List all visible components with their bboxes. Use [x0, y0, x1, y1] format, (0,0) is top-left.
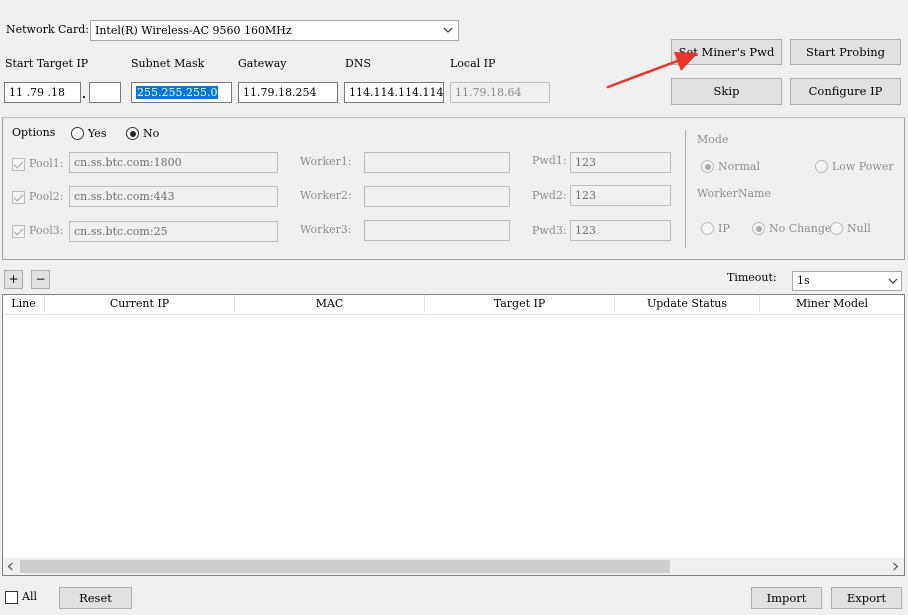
options-no-label: No: [143, 127, 160, 140]
mode-label: Mode: [697, 133, 729, 146]
worker-no-change-radio: [752, 222, 765, 235]
network-card-select[interactable]: Intel(R) Wireless-AC 9560 160MHz: [90, 20, 459, 41]
mode-low-power-label: Low Power: [832, 160, 894, 173]
pool2-checkbox: [12, 191, 25, 204]
network-card-value: Intel(R) Wireless-AC 9560 160MHz: [95, 24, 292, 37]
worker3-label: Worker3:: [300, 223, 352, 236]
chevron-down-icon: [443, 27, 453, 33]
network-card-label: Network Card:: [6, 23, 89, 36]
worker2-label: Worker2:: [300, 189, 352, 202]
worker1-field: [364, 152, 510, 173]
options-label: Options: [12, 126, 56, 139]
pwd2-field: 123: [570, 185, 671, 206]
pool2-label: Pool2:: [29, 190, 64, 203]
column-header-current-ip[interactable]: Current IP: [45, 295, 235, 313]
mode-divider: [685, 130, 686, 248]
options-yes-radio[interactable]: [71, 127, 84, 140]
select-all-label: All: [22, 590, 37, 603]
pwd3-label: Pwd3:: [532, 224, 567, 237]
horizontal-scrollbar[interactable]: [3, 558, 904, 575]
pool1-field: cn.ss.btc.com:1800: [69, 152, 278, 173]
pool1-label: Pool1:: [29, 157, 64, 170]
column-header-target-ip[interactable]: Target IP: [425, 295, 615, 313]
worker-ip-radio: [701, 222, 714, 235]
select-all-checkbox[interactable]: [5, 591, 18, 604]
worker1-label: Worker1:: [300, 155, 352, 168]
pool2-field: cn.ss.btc.com:443: [69, 186, 278, 207]
scroll-right-icon[interactable]: [892, 562, 899, 571]
mode-low-power-radio: [815, 160, 828, 173]
reset-button[interactable]: Reset: [59, 587, 132, 609]
worker-ip-label: IP: [718, 222, 730, 235]
worker-no-change-label: No Change: [769, 222, 832, 235]
timeout-value: 1s: [797, 274, 810, 287]
column-header-mac[interactable]: MAC: [235, 295, 425, 313]
worker-name-label: WorkerName: [697, 187, 771, 200]
annotation-arrow: [606, 52, 698, 89]
timeout-label: Timeout:: [727, 271, 777, 284]
worker3-field: [364, 220, 510, 241]
import-button[interactable]: Import: [751, 587, 822, 609]
mode-normal-label: Normal: [718, 160, 761, 173]
pool3-checkbox: [12, 225, 25, 238]
pool3-field: cn.ss.btc.com:25: [69, 221, 278, 242]
remove-row-button[interactable]: −: [31, 270, 50, 289]
subnet-mask-label: Subnet Mask: [131, 57, 205, 70]
subnet-mask-field[interactable]: 255.255.255.0: [131, 82, 232, 103]
scrollbar-thumb[interactable]: [20, 560, 670, 573]
mode-normal-radio: [701, 160, 714, 173]
subnet-mask-value: 255.255.255.0: [136, 86, 219, 99]
pool3-label: Pool3:: [29, 224, 64, 237]
export-button[interactable]: Export: [831, 587, 902, 609]
pwd2-label: Pwd2:: [532, 189, 567, 202]
ip-dot-separator: .: [82, 88, 86, 101]
worker-null-label: Null: [847, 222, 871, 235]
column-header-miner-model[interactable]: Miner Model: [760, 295, 904, 313]
options-no-radio[interactable]: [126, 127, 139, 140]
worker2-field: [364, 186, 510, 207]
start-probing-button[interactable]: Start Probing: [790, 39, 901, 65]
options-yes-label: Yes: [88, 127, 107, 140]
column-header-update-status[interactable]: Update Status: [615, 295, 760, 313]
start-target-ip-label: Start Target IP: [5, 57, 89, 70]
pool1-checkbox: [12, 158, 25, 171]
worker-null-radio: [830, 222, 843, 235]
local-ip-label: Local IP: [450, 57, 496, 70]
add-row-button[interactable]: +: [4, 270, 23, 289]
pwd1-field: 123: [570, 152, 671, 173]
configure-ip-button[interactable]: Configure IP: [790, 78, 901, 105]
chevron-down-icon: [888, 278, 898, 284]
dns-label: DNS: [345, 57, 371, 70]
timeout-select[interactable]: 1s: [792, 271, 902, 291]
table-header: Line Current IP MAC Target IP Update Sta…: [3, 295, 904, 315]
local-ip-field: 11.79.18.64: [450, 82, 550, 103]
gateway-field[interactable]: 11.79.18.254: [238, 82, 338, 103]
pwd1-label: Pwd1:: [532, 154, 567, 167]
results-table[interactable]: Line Current IP MAC Target IP Update Sta…: [2, 294, 905, 576]
column-header-line[interactable]: Line: [3, 295, 45, 313]
dns-field[interactable]: 114.114.114.114: [344, 82, 444, 103]
gateway-label: Gateway: [238, 57, 287, 70]
pwd3-field: 123: [570, 220, 671, 241]
scroll-left-icon[interactable]: [7, 562, 14, 571]
start-target-ip-field[interactable]: 11 .79 .18: [4, 82, 81, 103]
start-target-ip-last-octet[interactable]: [89, 82, 121, 103]
